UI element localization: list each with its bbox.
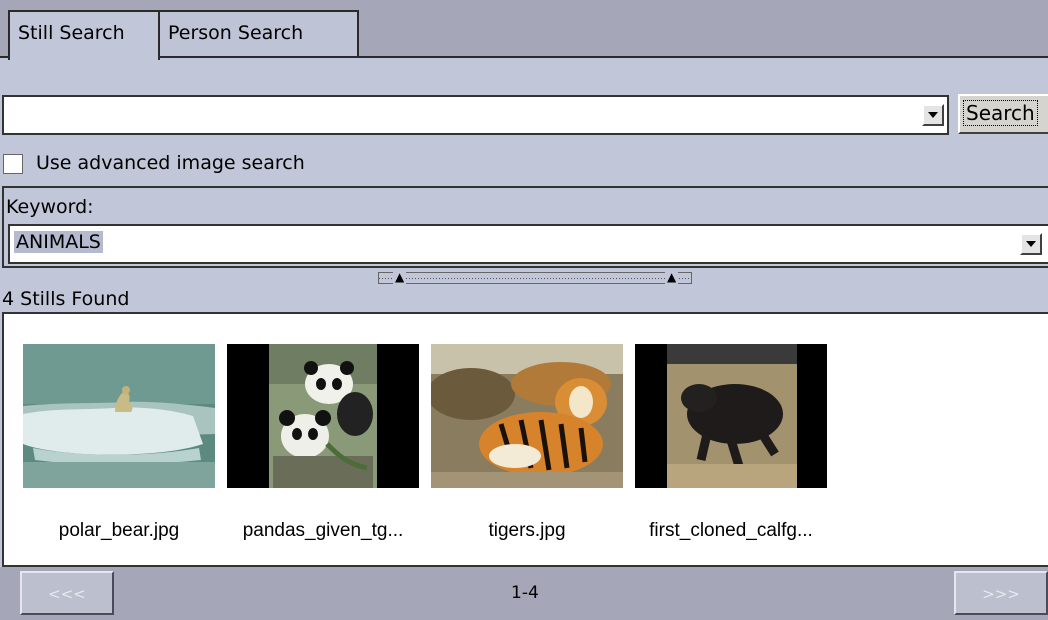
page-range: 1-4 <box>511 583 539 603</box>
tab-person-search[interactable]: Person Search <box>159 10 359 56</box>
prev-page-button[interactable]: <<< <box>20 571 114 615</box>
thumbnail-pandas[interactable] <box>227 344 419 488</box>
tab-still-search[interactable]: Still Search <box>8 10 160 60</box>
search-history-dropdown-button[interactable] <box>922 104 944 126</box>
thumbnail-tigers[interactable] <box>431 344 623 488</box>
thumbnail-caption: pandas_given_tg... <box>242 520 404 541</box>
next-page-button[interactable]: >>> <box>954 571 1048 615</box>
search-input[interactable] <box>2 95 949 135</box>
keyword-label: Keyword: <box>6 196 94 218</box>
thumbnail-polar-bear[interactable] <box>23 344 215 488</box>
search-button[interactable]: Search <box>958 94 1048 134</box>
tab-label: Person Search <box>168 22 304 44</box>
thumbnail-cloned-calf[interactable] <box>635 344 827 488</box>
thumbnail-caption: polar_bear.jpg <box>58 520 180 541</box>
thumbnail-caption: first_cloned_calfg... <box>649 520 813 541</box>
thumbnail-caption: tigers.jpg <box>488 520 566 541</box>
panel-splitter[interactable]: ▲ ▲ <box>378 269 692 285</box>
caret-up-icon: ▲ <box>393 269 407 285</box>
results-count: 4 Stills Found <box>2 288 130 310</box>
keyword-value: ANIMALS <box>14 231 103 253</box>
tab-label: Still Search <box>18 22 125 44</box>
advanced-search-checkbox[interactable] <box>3 154 23 174</box>
advanced-search-label: Use advanced image search <box>36 152 305 174</box>
keyword-combobox[interactable] <box>8 224 1048 264</box>
search-button-label: Search <box>963 100 1038 126</box>
keyword-dropdown-button[interactable] <box>1020 233 1042 255</box>
caret-up-icon: ▲ <box>665 269 679 285</box>
